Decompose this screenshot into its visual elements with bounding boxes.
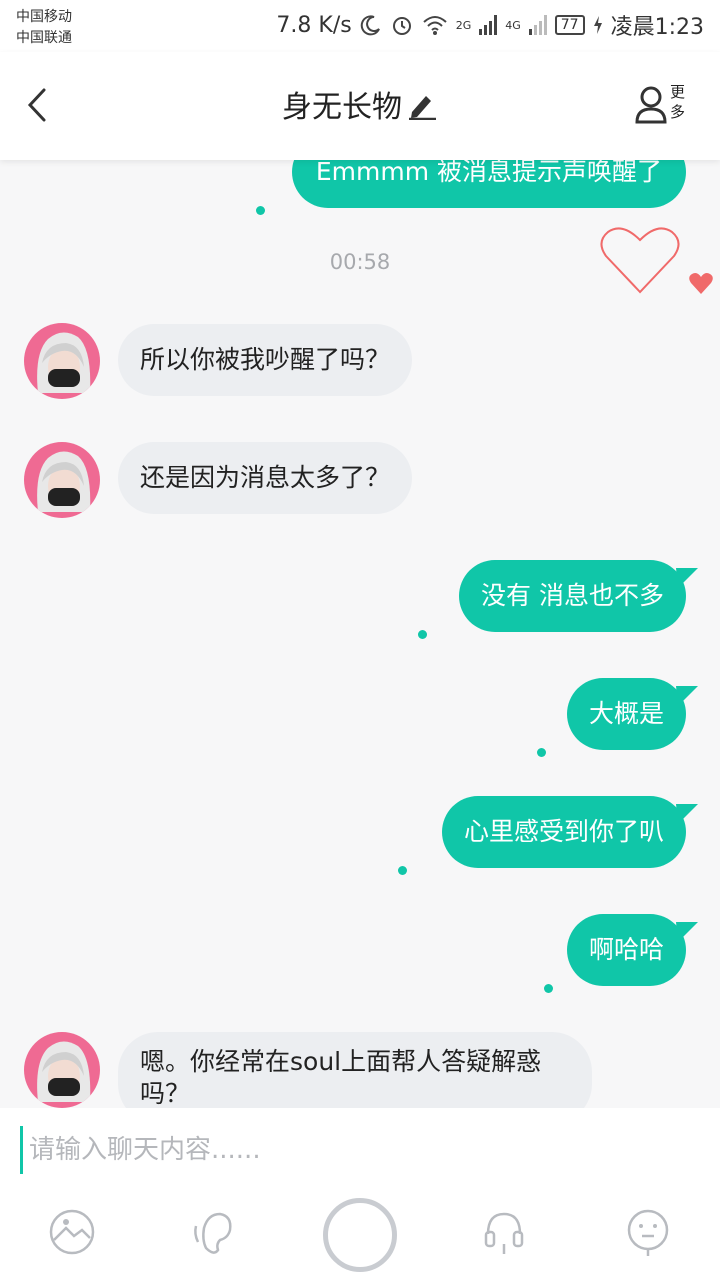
edit-pencil-icon[interactable] [406, 90, 438, 121]
avatar[interactable] [24, 323, 100, 399]
timestamp: 00:58 [329, 250, 391, 274]
chat-message-list[interactable]: Emmmm 被消息提示声唤醒了 00:58 所以你被我吵醒了吗？ 还是因为消息太… [0, 160, 720, 1108]
bubble-tail [676, 686, 698, 706]
sent-dot [537, 748, 546, 757]
bubble-tail [676, 568, 698, 588]
ear-icon[interactable] [188, 1204, 244, 1260]
sent-dot [418, 630, 427, 639]
message-outgoing[interactable]: 心里感受到你了叭 [441, 796, 686, 868]
status-indicators: 7.8 K/s 2G 4G 77 凌晨1:23 [276, 10, 704, 41]
wifi-icon [423, 16, 447, 35]
contact-name: 身无长物 [282, 90, 402, 125]
sent-dot [544, 984, 553, 993]
image-icon[interactable] [44, 1204, 100, 1260]
signal-2g-icon [479, 15, 498, 35]
avatar-image [37, 451, 91, 512]
sent-dot [256, 206, 265, 215]
moon-icon [360, 15, 380, 36]
network-2g-label: 2G [455, 18, 472, 32]
user-more-icon [635, 86, 667, 124]
message-outgoing[interactable]: 大概是 [566, 678, 686, 750]
message-incoming[interactable]: 嗯。你经常在soul上面帮人答疑解惑吗？ [118, 1032, 592, 1108]
network-speed: 7.8 K/s [276, 12, 352, 38]
chat-header: 身无长物 更多 [0, 52, 720, 160]
avatar[interactable] [24, 442, 100, 518]
carrier-2: 中国联通 [16, 30, 72, 46]
sent-dot [398, 866, 407, 875]
avatar-image [37, 1041, 91, 1102]
message-incoming[interactable]: 还是因为消息太多了？ [118, 442, 413, 514]
signal-4g-icon [528, 15, 547, 35]
chat-input[interactable] [20, 1126, 700, 1174]
charging-icon [593, 16, 602, 34]
more-button[interactable]: 更多 [634, 82, 694, 128]
clock: 凌晨1:23 [610, 15, 704, 40]
heart-filled-icon [689, 273, 713, 294]
input-bar [0, 1108, 720, 1280]
avatar-image [37, 332, 91, 393]
alarm-icon [392, 17, 411, 35]
bubble-tail [676, 922, 698, 942]
message-incoming[interactable]: 所以你被我吵醒了吗？ [118, 324, 413, 396]
message-outgoing[interactable]: Emmmm 被消息提示声唤醒了 [291, 160, 686, 208]
network-4g-label: 4G [505, 18, 521, 32]
avatar[interactable] [24, 1032, 100, 1108]
bubble-tail [676, 804, 698, 824]
status-bar: 中国移动 中国联通 7.8 K/s 2G 4G 77 凌晨1:23 [0, 0, 720, 52]
message-outgoing[interactable]: 没有 消息也不多 [459, 560, 686, 632]
emoji-icon[interactable] [620, 1204, 676, 1260]
mic-ring-icon[interactable] [323, 1198, 397, 1272]
message-outgoing[interactable]: 啊哈哈 [566, 914, 686, 986]
chat-title[interactable]: 身无长物 [0, 82, 720, 126]
carrier-1: 中国移动 [16, 9, 72, 25]
headset-icon[interactable] [476, 1204, 532, 1260]
battery-level: 77 [554, 15, 585, 35]
more-label: 更多 [670, 83, 686, 121]
